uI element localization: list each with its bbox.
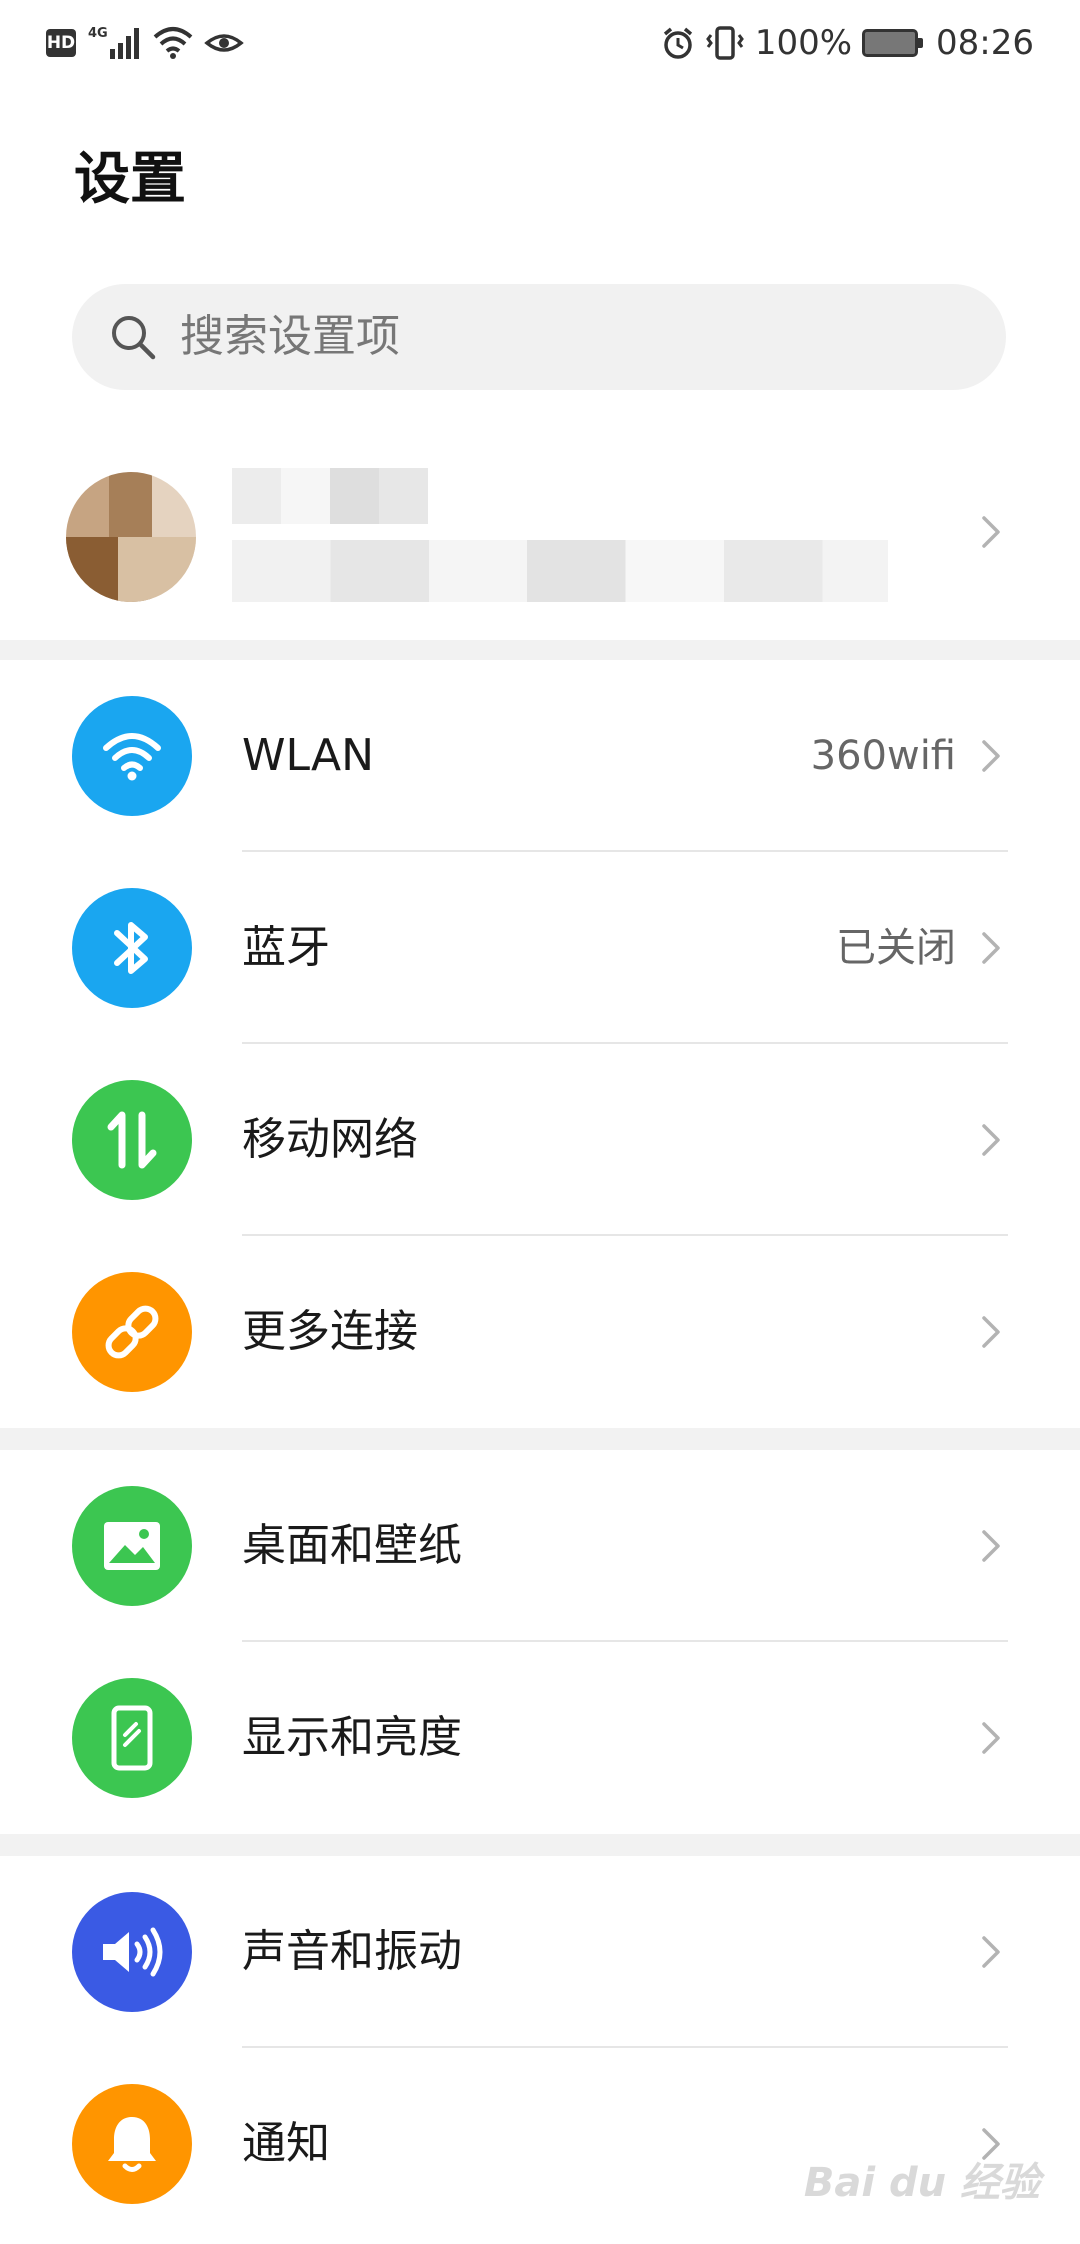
bell-icon [72, 2084, 192, 2204]
bluetooth-icon [72, 888, 192, 1008]
settings-row-more-connections[interactable]: 更多连接 [0, 1236, 1080, 1428]
hd-badge: HD [46, 29, 76, 57]
connectivity-group: WLAN 360wifi 蓝牙 已关闭 移动网络 更多连接 [0, 660, 1080, 1428]
watermark: Bai du 经验 [803, 2160, 1040, 2206]
row-label: 移动网络 [242, 1114, 418, 1165]
search-icon [112, 316, 156, 360]
display-group: 桌面和壁纸 显示和亮度 [0, 1450, 1080, 1834]
network-type-label: 4G [88, 26, 108, 41]
search-placeholder: 搜索设置项 [180, 311, 400, 362]
search-input[interactable]: 搜索设置项 [72, 284, 1006, 390]
chevron-right-icon [982, 740, 1000, 772]
row-label: 显示和亮度 [242, 1712, 462, 1763]
settings-row-bluetooth[interactable]: 蓝牙 已关闭 [0, 852, 1080, 1044]
wifi-icon [72, 696, 192, 816]
signal-icon: 4G [88, 26, 139, 59]
link-icon [72, 1272, 192, 1392]
account-detail-blurred [232, 540, 888, 602]
chevron-right-icon [982, 1124, 1000, 1156]
chevron-right-icon [982, 1530, 1000, 1562]
row-label: 声音和振动 [242, 1926, 462, 1977]
settings-header: 设置 搜索设置项 [0, 86, 1080, 640]
status-left: HD 4G [46, 22, 244, 64]
settings-row-wlan[interactable]: WLAN 360wifi [0, 660, 1080, 852]
row-label: WLAN [242, 730, 375, 781]
settings-row-sound[interactable]: 声音和振动 [0, 1856, 1080, 2048]
row-label: 更多连接 [242, 1306, 418, 1357]
status-right: 100% 08:26 [661, 22, 1034, 64]
settings-row-mobile-network[interactable]: 移动网络 [0, 1044, 1080, 1236]
chevron-right-icon [982, 1936, 1000, 1968]
wallpaper-icon [72, 1486, 192, 1606]
status-bar: HD 4G 100% 08:26 [0, 0, 1080, 86]
settings-screen: HD 4G 100% 08:26 设置 搜索设置项 WLAN 360wifi 蓝… [0, 0, 1080, 2244]
row-label: 桌面和壁纸 [242, 1520, 462, 1571]
row-label: 通知 [242, 2118, 330, 2169]
chevron-right-icon [982, 932, 1000, 964]
display-icon [72, 1678, 192, 1798]
alarm-icon [663, 27, 692, 59]
battery-percent: 100% [754, 23, 853, 63]
eye-icon [204, 34, 244, 52]
chevron-right-icon [982, 1316, 1000, 1348]
account-name-blurred [232, 468, 428, 524]
chevron-right-icon [982, 516, 1000, 548]
battery-icon [862, 29, 924, 57]
avatar [66, 472, 196, 602]
mobile-data-icon [72, 1080, 192, 1200]
row-label: 蓝牙 [242, 922, 330, 973]
settings-row-display[interactable]: 显示和亮度 [0, 1642, 1080, 1834]
settings-row-wallpaper[interactable]: 桌面和壁纸 [0, 1450, 1080, 1642]
speaker-icon [72, 1892, 192, 2012]
wifi-icon [153, 27, 193, 59]
row-value: 360wifi [810, 733, 956, 779]
chevron-right-icon [982, 1722, 1000, 1754]
vibrate-icon [705, 26, 744, 60]
row-value: 已关闭 [836, 925, 956, 971]
clock-time: 08:26 [936, 23, 1034, 63]
account-row[interactable] [0, 458, 1080, 608]
page-title: 设置 [74, 147, 186, 212]
settings-row-notifications[interactable]: 通知 [0, 2048, 1080, 2240]
